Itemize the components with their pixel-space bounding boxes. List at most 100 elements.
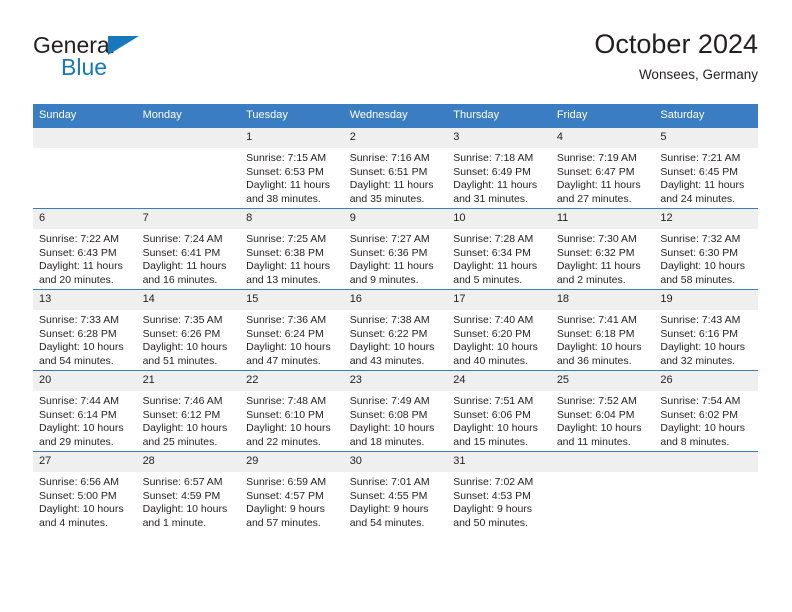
day-details: Sunrise: 6:57 AM Sunset: 4:59 PM Daylight:… bbox=[137, 472, 241, 530]
daylight-duration-line1: Daylight: 10 hours bbox=[246, 422, 331, 435]
calendar-day-cell[interactable]: 29 Sunrise: 6:59 AM Sunset: 4:57 PM Dayligh… bbox=[240, 451, 344, 532]
day-number: 7 bbox=[136, 209, 241, 229]
calendar-page: General Blue October 2024 Wonsees, Germa… bbox=[0, 0, 792, 612]
day-number: 4 bbox=[550, 128, 655, 148]
calendar-day-cell-empty bbox=[550, 451, 655, 532]
day-number: 8 bbox=[240, 209, 344, 229]
calendar-day-cell[interactable]: 1 Sunrise: 7:15 AM Sunset: 6:53 PM Daylight… bbox=[240, 128, 344, 209]
day-number: 23 bbox=[343, 371, 448, 391]
calendar-day-cell[interactable]: 19 Sunrise: 7:43 AM Sunset: 6:16 PM Dayligh… bbox=[654, 289, 758, 371]
sunset-time: Sunset: 6:41 PM bbox=[142, 246, 221, 259]
calendar-day-cell[interactable]: 14 Sunrise: 7:35 AM Sunset: 6:26 PM Dayligh… bbox=[136, 289, 241, 371]
daylight-duration-line2: and 40 minutes. bbox=[453, 354, 528, 367]
sunset-time: Sunset: 6:38 PM bbox=[246, 246, 324, 259]
day-number bbox=[550, 452, 655, 472]
calendar-day-cell[interactable]: 23 Sunrise: 7:49 AM Sunset: 6:08 PM Dayligh… bbox=[343, 370, 448, 452]
daylight-duration-line2: and 29 minutes. bbox=[39, 435, 114, 448]
daylight-duration-line2: and 11 minutes. bbox=[556, 435, 631, 448]
weekday-header-saturday: Saturday bbox=[654, 104, 758, 128]
day-details: Sunrise: 7:16 AM Sunset: 6:51 PM Daylight:… bbox=[344, 148, 448, 206]
daylight-duration-line2: and 31 minutes. bbox=[453, 192, 528, 205]
sunrise-time: Sunrise: 7:15 AM bbox=[246, 152, 327, 164]
day-number: 16 bbox=[343, 290, 448, 310]
calendar-day-cell[interactable]: 12 Sunrise: 7:32 AM Sunset: 6:30 PM Dayligh… bbox=[654, 208, 758, 290]
calendar-day-cell[interactable]: 13 Sunrise: 7:33 AM Sunset: 6:28 PM Dayligh… bbox=[33, 289, 137, 371]
day-details: Sunrise: 7:19 AM Sunset: 6:47 PM Daylight:… bbox=[551, 148, 655, 206]
day-details: Sunrise: 7:36 AM Sunset: 6:24 PM Daylight:… bbox=[240, 310, 344, 368]
calendar-day-cell[interactable]: 16 Sunrise: 7:38 AM Sunset: 6:22 PM Dayligh… bbox=[343, 289, 448, 371]
day-number: 30 bbox=[343, 452, 448, 472]
calendar-day-cell[interactable]: 28 Sunrise: 6:57 AM Sunset: 4:59 PM Dayligh… bbox=[136, 451, 241, 532]
sunrise-time: Sunrise: 7:52 AM bbox=[556, 395, 637, 407]
weekday-header-monday: Monday bbox=[136, 104, 241, 128]
daylight-duration-line1: Daylight: 11 hours bbox=[349, 260, 434, 273]
sunrise-time: Sunrise: 7:24 AM bbox=[142, 233, 223, 245]
calendar-day-cell[interactable]: 15 Sunrise: 7:36 AM Sunset: 6:24 PM Dayligh… bbox=[240, 289, 344, 371]
sunrise-time: Sunrise: 7:19 AM bbox=[556, 152, 637, 164]
day-number: 13 bbox=[33, 290, 137, 310]
calendar-day-cell[interactable]: 4 Sunrise: 7:19 AM Sunset: 6:47 PM Daylight… bbox=[550, 128, 655, 209]
calendar-table: Sunday Monday Tuesday Wednesday Thursday… bbox=[33, 104, 758, 532]
calendar-day-cell[interactable]: 18 Sunrise: 7:41 AM Sunset: 6:18 PM Dayligh… bbox=[550, 289, 655, 371]
sunrise-time: Sunrise: 7:43 AM bbox=[660, 314, 741, 326]
sunrise-time: Sunrise: 7:35 AM bbox=[142, 314, 223, 326]
daylight-duration-line1: Daylight: 10 hours bbox=[39, 341, 124, 354]
sunrise-time: Sunrise: 6:59 AM bbox=[246, 476, 327, 488]
sunrise-time: Sunrise: 7:38 AM bbox=[349, 314, 430, 326]
weekday-header-sunday: Sunday bbox=[33, 104, 137, 128]
sunset-time: Sunset: 5:00 PM bbox=[39, 489, 117, 502]
day-number: 22 bbox=[240, 371, 344, 391]
sunrise-time: Sunrise: 7:33 AM bbox=[39, 314, 119, 326]
calendar-day-cell[interactable]: 17 Sunrise: 7:40 AM Sunset: 6:20 PM Dayligh… bbox=[447, 289, 551, 371]
day-details: Sunrise: 7:27 AM Sunset: 6:36 PM Daylight:… bbox=[344, 229, 448, 287]
calendar-day-cell[interactable]: 21 Sunrise: 7:46 AM Sunset: 6:12 PM Dayligh… bbox=[136, 370, 241, 452]
calendar-day-cell[interactable]: 3 Sunrise: 7:18 AM Sunset: 6:49 PM Daylight… bbox=[447, 128, 551, 209]
day-details: Sunrise: 7:35 AM Sunset: 6:26 PM Daylight:… bbox=[137, 310, 241, 368]
day-number: 24 bbox=[447, 371, 551, 391]
day-number: 29 bbox=[240, 452, 344, 472]
weekday-header-thursday: Thursday bbox=[447, 104, 551, 128]
day-details: Sunrise: 7:32 AM Sunset: 6:30 PM Daylight:… bbox=[654, 229, 758, 287]
day-details: Sunrise: 7:48 AM Sunset: 6:10 PM Daylight:… bbox=[240, 391, 344, 449]
daylight-duration-line1: Daylight: 10 hours bbox=[142, 503, 228, 516]
sunrise-time: Sunrise: 7:51 AM bbox=[453, 395, 534, 407]
calendar-day-cell[interactable]: 25 Sunrise: 7:52 AM Sunset: 6:04 PM Dayligh… bbox=[550, 370, 655, 452]
sunset-time: Sunset: 6:24 PM bbox=[246, 327, 324, 340]
daylight-duration-line1: Daylight: 10 hours bbox=[349, 422, 435, 435]
calendar-day-cell[interactable]: 20 Sunrise: 7:44 AM Sunset: 6:14 PM Dayligh… bbox=[33, 370, 137, 452]
calendar-day-cell[interactable]: 22 Sunrise: 7:48 AM Sunset: 6:10 PM Dayligh… bbox=[240, 370, 344, 452]
sunrise-time: Sunrise: 7:27 AM bbox=[349, 233, 430, 245]
day-details: Sunrise: 7:40 AM Sunset: 6:20 PM Daylight:… bbox=[447, 310, 551, 368]
sunrise-time: Sunrise: 7:41 AM bbox=[556, 314, 637, 326]
calendar-day-cell[interactable]: 7 Sunrise: 7:24 AM Sunset: 6:41 PM Daylight… bbox=[136, 208, 241, 290]
calendar-day-cell[interactable]: 6 Sunrise: 7:22 AM Sunset: 6:43 PM Daylight… bbox=[33, 208, 137, 290]
sunrise-time: Sunrise: 7:48 AM bbox=[246, 395, 327, 407]
sunset-time: Sunset: 6:49 PM bbox=[453, 165, 531, 178]
sunrise-time: Sunrise: 6:57 AM bbox=[142, 476, 223, 488]
day-details: Sunrise: 7:22 AM Sunset: 6:43 PM Daylight:… bbox=[33, 229, 137, 287]
day-number bbox=[33, 128, 137, 148]
daylight-duration-line2: and 16 minutes. bbox=[142, 273, 218, 286]
calendar-day-cell[interactable]: 30 Sunrise: 7:01 AM Sunset: 4:55 PM Dayligh… bbox=[343, 451, 448, 532]
sunset-time: Sunset: 6:20 PM bbox=[453, 327, 531, 340]
calendar-day-cell[interactable]: 11 Sunrise: 7:30 AM Sunset: 6:32 PM Dayligh… bbox=[550, 208, 655, 290]
calendar-day-cell[interactable]: 9 Sunrise: 7:27 AM Sunset: 6:36 PM Daylight… bbox=[343, 208, 448, 290]
calendar-day-cell[interactable]: 31 Sunrise: 7:02 AM Sunset: 4:53 PM Dayligh… bbox=[447, 451, 551, 532]
daylight-duration-line2: and 32 minutes. bbox=[660, 354, 736, 367]
daylight-duration-line1: Daylight: 10 hours bbox=[142, 341, 228, 354]
weekday-header-wednesday: Wednesday bbox=[343, 104, 448, 128]
day-details: Sunrise: 7:24 AM Sunset: 6:41 PM Daylight:… bbox=[137, 229, 241, 287]
calendar-day-cell[interactable]: 8 Sunrise: 7:25 AM Sunset: 6:38 PM Daylight… bbox=[240, 208, 344, 290]
calendar-day-cell[interactable]: 5 Sunrise: 7:21 AM Sunset: 6:45 PM Daylight… bbox=[654, 128, 758, 209]
day-number: 20 bbox=[33, 371, 137, 391]
calendar-day-cell[interactable]: 27 Sunrise: 6:56 AM Sunset: 5:00 PM Dayligh… bbox=[33, 451, 137, 532]
day-details: Sunrise: 7:49 AM Sunset: 6:08 PM Daylight:… bbox=[344, 391, 448, 449]
sunset-time: Sunset: 6:08 PM bbox=[349, 408, 428, 421]
general-blue-logo[interactable]: General Blue bbox=[33, 34, 233, 90]
daylight-duration-line2: and 36 minutes. bbox=[556, 354, 632, 367]
calendar-day-cell[interactable]: 2 Sunrise: 7:16 AM Sunset: 6:51 PM Daylight… bbox=[343, 128, 448, 209]
calendar-day-cell[interactable]: 10 Sunrise: 7:28 AM Sunset: 6:34 PM Dayligh… bbox=[447, 208, 551, 290]
calendar-day-cell[interactable]: 26 Sunrise: 7:54 AM Sunset: 6:02 PM Dayligh… bbox=[654, 370, 758, 452]
day-details: Sunrise: 7:02 AM Sunset: 4:53 PM Daylight:… bbox=[447, 472, 551, 530]
calendar-day-cell[interactable]: 24 Sunrise: 7:51 AM Sunset: 6:06 PM Dayligh… bbox=[447, 370, 551, 452]
